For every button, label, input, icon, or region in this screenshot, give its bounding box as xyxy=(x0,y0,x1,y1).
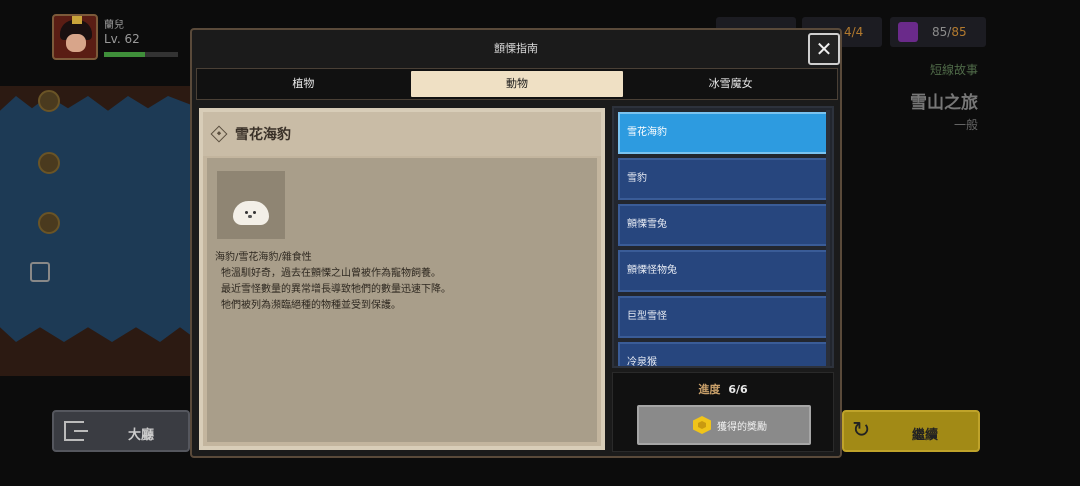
entry-desc-line: 牠們被列為瀕臨絕種的物種並受到保護。 xyxy=(221,300,401,311)
rewards-label: 獲得的獎勵 xyxy=(717,422,767,433)
guide-modal: 顫慄指南 ✕ 植物 動物 冰雪魔女 雪花海豹 海豹/雪花海豹/雜食性 牠溫馴好奇… xyxy=(190,28,842,458)
stat-puzzle-current: 85 xyxy=(932,25,948,39)
player-name: 蘭兒 xyxy=(104,20,124,31)
continue-button[interactable]: ↻ 繼續 xyxy=(842,410,980,452)
tab-animals[interactable]: 動物 xyxy=(410,71,624,97)
lobby-button[interactable]: 大廳 xyxy=(52,410,190,452)
entry-body: 海豹/雪花海豹/雜食性 牠溫馴好奇，過去在顫慄之山曾被作為寵物飼養。 最近雪怪數… xyxy=(207,158,597,442)
category-tabs: 植物 動物 冰雪魔女 xyxy=(196,68,838,100)
progress-text: 進度 6/6 xyxy=(613,381,833,397)
seal-eye xyxy=(253,211,256,214)
entry-name: 雪花海豹 xyxy=(235,127,291,143)
list-item-shiver-monster-rabbit[interactable]: 顫慄怪物兔 xyxy=(618,250,828,292)
progress-value: 6/6 xyxy=(728,383,748,396)
exp-bar xyxy=(104,52,178,57)
story-difficulty: 一般 xyxy=(953,118,978,132)
avatar-ornament xyxy=(72,16,82,24)
progress-panel: 進度 6/6 獲得的獎勵 xyxy=(612,372,834,452)
background-map-water xyxy=(0,96,200,342)
avatar-face xyxy=(66,34,86,52)
map-node xyxy=(38,90,60,112)
rewards-button[interactable]: 獲得的獎勵 xyxy=(637,405,811,445)
creature-portrait xyxy=(217,171,285,239)
entry-header: 雪花海豹 xyxy=(203,112,601,156)
story-title: 雪山之旅 xyxy=(910,93,978,113)
entry-desc-line: 最近雪怪數量的異常增長導致牠們的數量迅速下降。 xyxy=(221,284,451,295)
tab-snow-witch[interactable]: 冰雪魔女 xyxy=(624,69,837,99)
seal-nose xyxy=(248,215,252,218)
lobby-label: 大廳 xyxy=(128,428,155,443)
seal-eye xyxy=(245,211,248,214)
avatar[interactable] xyxy=(52,14,98,60)
puzzle-piece-icon xyxy=(898,22,918,42)
map-node xyxy=(38,212,60,234)
list-item-shiver-rabbit[interactable]: 顫慄雪兔 xyxy=(618,204,828,246)
diamond-icon xyxy=(210,125,228,143)
entry-classification: 海豹/雪花海豹/雜食性 xyxy=(215,252,312,263)
list-item-cold-spring-monkey[interactable]: 冷泉猴 xyxy=(618,342,828,366)
close-button[interactable]: ✕ xyxy=(808,33,840,65)
player-info: 蘭兒 Lv. 62 xyxy=(52,14,192,60)
list-item-snow-leopard[interactable]: 雪豹 xyxy=(618,158,828,200)
player-level: Lv. 62 xyxy=(104,32,140,46)
list-scrollbar[interactable] xyxy=(826,110,830,366)
entry-description: 海豹/雪花海豹/雜食性 牠溫馴好奇，過去在顫慄之山曾被作為寵物飼養。 最近雪怪數… xyxy=(215,250,589,314)
entry-desc-line: 牠溫馴好奇，過去在顫慄之山曾被作為寵物飼養。 xyxy=(221,268,441,279)
close-icon: ✕ xyxy=(815,37,833,61)
exit-icon xyxy=(64,421,88,441)
retry-icon: ↻ xyxy=(852,418,871,443)
entry-list[interactable]: 雪花海豹 雪豹 顫慄雪兔 顫慄怪物兔 巨型雪怪 冷泉猴 xyxy=(612,106,834,368)
map-node xyxy=(38,152,60,174)
seal-image xyxy=(233,201,269,225)
story-type: 短線故事 xyxy=(929,63,978,77)
exp-bar-fill xyxy=(104,52,145,57)
modal-title: 顫慄指南 xyxy=(494,42,538,55)
progress-label: 進度 xyxy=(698,383,721,396)
stat-keys-value: 4/4 xyxy=(844,25,864,39)
continue-label: 繼續 xyxy=(912,428,939,443)
list-item-giant-yeti[interactable]: 巨型雪怪 xyxy=(618,296,828,338)
coin-icon xyxy=(693,416,711,434)
list-item-snow-seal[interactable]: 雪花海豹 xyxy=(618,112,828,154)
stat-box-puzzle: 85/85 xyxy=(890,17,986,47)
entry-detail-panel: 雪花海豹 海豹/雪花海豹/雜食性 牠溫馴好奇，過去在顫慄之山曾被作為寵物飼養。 … xyxy=(199,108,605,450)
stat-puzzle-max: 85 xyxy=(951,25,967,39)
checkbox-icon xyxy=(30,262,50,282)
tab-plants[interactable]: 植物 xyxy=(197,69,410,99)
